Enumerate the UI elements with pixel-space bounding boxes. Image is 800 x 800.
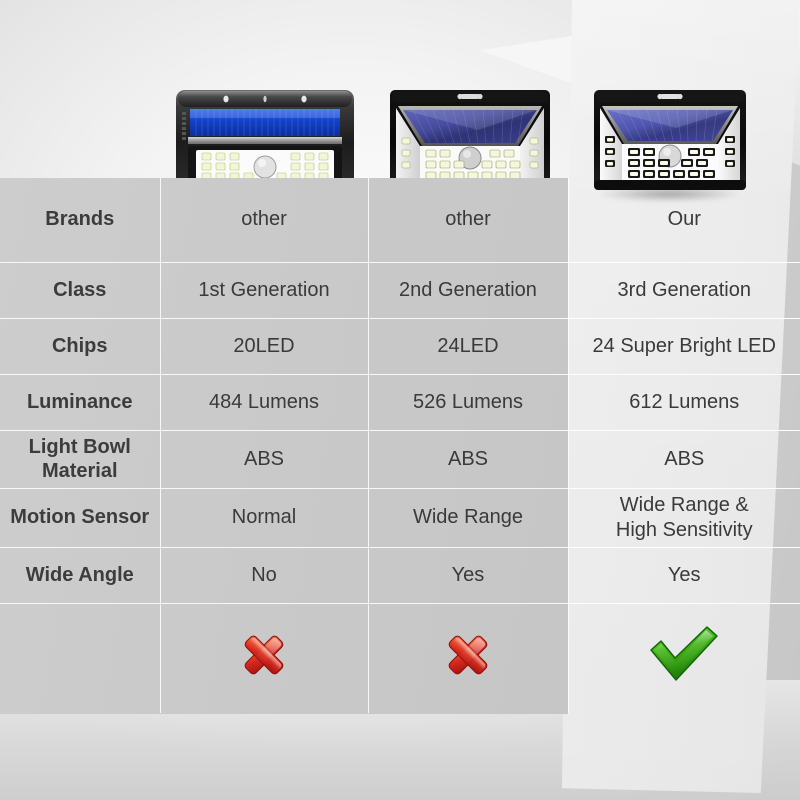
cell-brands-our: Our (568, 178, 800, 263)
product-image-generation-3 (592, 88, 748, 192)
cell-material-other2: ABS (368, 430, 569, 490)
comparison-table: Brands other other Our Class 1st Generat… (0, 178, 800, 714)
cell-chips-other2: 24LED (368, 318, 569, 375)
table-row-light-bowl-material: Light Bowl Material ABS ABS ABS (0, 430, 800, 490)
row-label-motion-sensor-line2: Sensor (81, 506, 150, 529)
row-label-light-bowl-material-line1: Light Bowl (28, 435, 131, 458)
table-row-chips: Chips 20LED 24LED 24 Super Bright LED (0, 318, 800, 375)
row-label-class: Class (0, 262, 161, 319)
cell-class-other1: 1st Generation (160, 262, 369, 319)
cell-sensor-our-line1: Wide Range & (619, 494, 749, 517)
table-row-class: Class 1st Generation 2nd Generation 3rd … (0, 262, 800, 319)
row-label-wide-angle-line1: Wide (25, 563, 74, 586)
cell-class-other2: 2nd Generation (368, 262, 569, 319)
red-x-icon (442, 629, 494, 688)
row-label-chips: Chips (0, 318, 161, 375)
cell-wide-angle-other1: No (160, 547, 369, 604)
row-label-motion-sensor-line1: Motion (10, 506, 76, 529)
cell-verdict-other2 (368, 603, 569, 714)
cell-verdict-other1 (160, 603, 369, 714)
row-label-wide-angle: Wide Angle (0, 547, 161, 604)
cell-material-other1: ABS (160, 430, 369, 490)
row-label-verdict (0, 603, 161, 714)
row-label-light-bowl-material: Light Bowl Material (0, 430, 161, 490)
table-row-wide-angle: Wide Angle No Yes Yes (0, 547, 800, 604)
row-label-wide-angle-line2: Angle (78, 563, 134, 586)
cell-luminance-other2: 526 Lumens (368, 374, 569, 431)
comparison-table-wrapper: Brands other other Our Class 1st Generat… (0, 178, 800, 714)
comparison-chart-stage: Brands other other Our Class 1st Generat… (0, 0, 800, 800)
cell-sensor-other1: Normal (160, 488, 369, 548)
cell-wide-angle-our: Yes (568, 547, 800, 604)
table-row-brands: Brands other other Our (0, 178, 800, 263)
cell-luminance-other1: 484 Lumens (160, 374, 369, 431)
row-label-brands: Brands (0, 178, 161, 263)
row-label-light-bowl-material-line2: Material (41, 460, 118, 483)
table-row-luminance: Luminance 484 Lumens 526 Lumens 612 Lume… (0, 374, 800, 431)
cell-material-our: ABS (568, 430, 800, 490)
green-check-icon (645, 624, 723, 693)
cell-sensor-our: Wide Range & High Sensitivity (568, 488, 800, 548)
cell-chips-our: 24 Super Bright LED (568, 318, 800, 375)
cell-wide-angle-other2: Yes (368, 547, 569, 604)
cell-sensor-other2: Wide Range (368, 488, 569, 548)
row-label-luminance: Luminance (0, 374, 161, 431)
red-x-icon (238, 629, 290, 688)
row-label-motion-sensor: Motion Sensor (0, 488, 161, 548)
table-row-verdict (0, 603, 800, 714)
cell-verdict-our (568, 603, 800, 713)
cell-luminance-our: 612 Lumens (568, 374, 800, 431)
cell-chips-other1: 20LED (160, 318, 369, 375)
cell-class-our: 3rd Generation (568, 262, 800, 319)
cell-sensor-our-line2: High Sensitivity (615, 518, 753, 541)
cell-brands-other1: other (160, 178, 369, 263)
table-row-motion-sensor: Motion Sensor Normal Wide Range Wide Ran… (0, 488, 800, 548)
cell-brands-other2: other (368, 178, 569, 263)
